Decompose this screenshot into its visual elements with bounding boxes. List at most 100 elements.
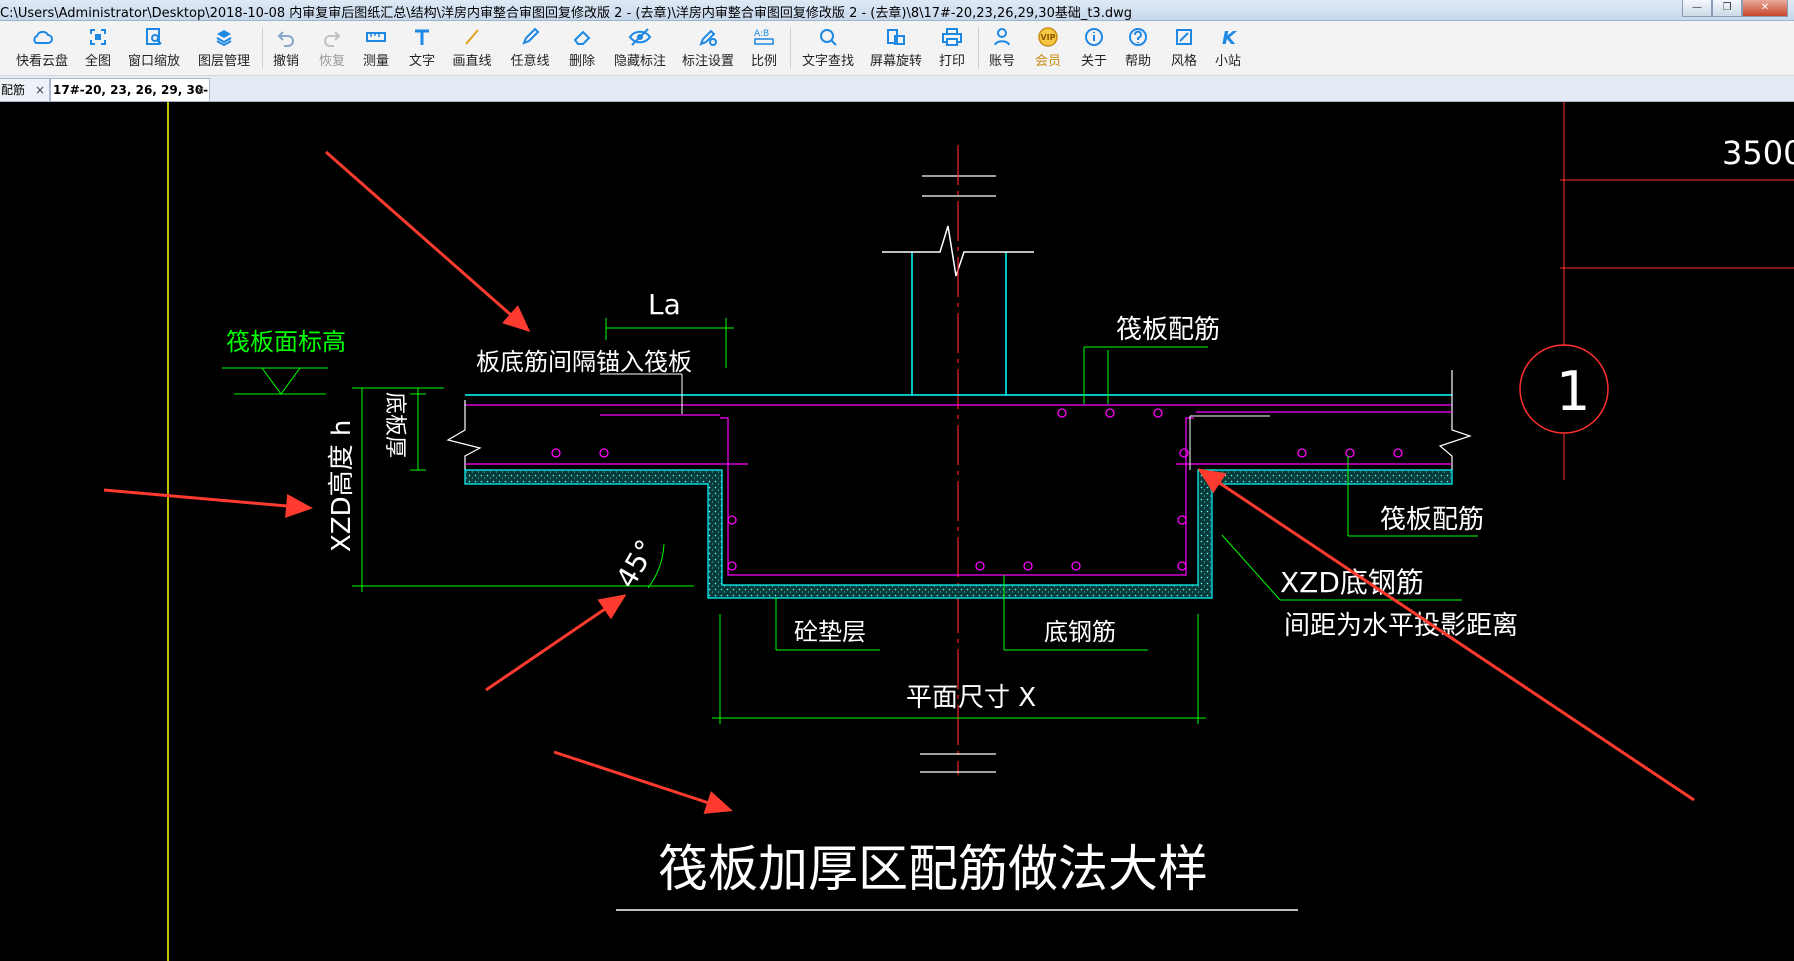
svg-text:A:B: A:B xyxy=(754,29,769,39)
toolbar-rotate-screen-button[interactable]: 屏幕旋转 xyxy=(868,24,924,72)
toolbar-style-label: 风格 xyxy=(1170,54,1197,69)
toolbar-help-button[interactable]: 帮助 xyxy=(1122,24,1154,72)
svg-text:VIP: VIP xyxy=(1040,33,1055,42)
minimize-button[interactable]: — xyxy=(1682,0,1712,17)
plan-size-label: 平面尺寸 X xyxy=(906,683,1036,713)
toolbar-vip-label: 会员 xyxy=(1034,54,1061,69)
slab-bottom-anchor-label: 板底筋间隔锚入筏板 xyxy=(476,348,692,376)
eraser-icon xyxy=(573,30,591,45)
toolbar-text-search-label: 文字查找 xyxy=(801,54,854,69)
toolbar-layers-button[interactable]: 图层管理 xyxy=(196,24,252,72)
toolbar-scale-button[interactable]: A:B 比例 xyxy=(748,24,780,72)
la-label: La xyxy=(648,288,681,321)
cad-drawing-canvas[interactable]: 3500 1 筏板面标高 板底筋间隔锚入筏板 La 筏板配筋 底板厚 XZD高度… xyxy=(0,102,1794,961)
toolbar-cloud-button[interactable]: 快看云盘 xyxy=(14,24,70,72)
hide-eye-icon xyxy=(628,28,652,46)
toolbar-about-button[interactable]: 关于 xyxy=(1078,24,1110,72)
toolbar-text-search-button[interactable]: 文字查找 xyxy=(800,24,856,72)
rotate-screen-icon xyxy=(887,29,905,45)
tab-rebar[interactable]: 配筋 × xyxy=(0,78,50,101)
raft-thickness-label: 底板厚 xyxy=(382,392,407,458)
toolbar-annotation-settings-button[interactable]: 标注设置 xyxy=(680,24,736,72)
window-zoom-icon xyxy=(146,28,162,45)
toolbar-measure-label: 测量 xyxy=(362,54,389,69)
toolbar-hide-annotations-button[interactable]: 隐藏标注 xyxy=(612,24,668,72)
toolbar-scale-label: 比例 xyxy=(750,54,777,69)
toolbar-freehand-label: 任意线 xyxy=(510,54,550,69)
toolbar-hide-annotations-label: 隐藏标注 xyxy=(613,54,666,69)
toolbar-annotation-settings-label: 标注设置 xyxy=(681,54,734,69)
toolbar-window-zoom-button[interactable]: 窗口缩放 xyxy=(126,24,182,72)
canvas-background xyxy=(0,102,1794,961)
toolbar-layers-label: 图层管理 xyxy=(197,54,250,69)
main-toolbar: 快看云盘 全图 窗口缩放 图层管理 撤销 恢复 测量 文字 画直线 任意线 删除 xyxy=(0,21,1794,76)
toolbar-undo-label: 撤销 xyxy=(272,54,299,69)
full-view-icon xyxy=(90,29,106,45)
style-icon xyxy=(1176,29,1192,45)
raft-rebar-top-label: 筏板配筋 xyxy=(1116,315,1220,345)
text-search-icon xyxy=(820,29,837,46)
toolbar-print-label: 打印 xyxy=(938,54,965,69)
toolbar-about-label: 关于 xyxy=(1080,54,1107,69)
toolbar-account-button[interactable]: 账号 xyxy=(986,24,1018,72)
toolbar-cloud-label: 快看云盘 xyxy=(15,54,68,69)
line-icon xyxy=(465,29,479,45)
drawing-title: 筏板加厚区配筋做法大样 xyxy=(658,840,1208,898)
spacing-note-label: 间距为水平投影距离 xyxy=(1284,611,1518,641)
toolbar-redo-button[interactable]: 恢复 xyxy=(316,24,348,72)
freehand-icon xyxy=(522,27,540,45)
toolbar-measure-button[interactable]: 测量 xyxy=(360,24,392,72)
toolbar-rotate-screen-label: 屏幕旋转 xyxy=(869,54,922,69)
toolbar-full-view-button[interactable]: 全图 xyxy=(80,24,116,72)
axis-bubble-label: 1 xyxy=(1556,360,1590,423)
toolbar-vip-button[interactable]: VIP 会员 xyxy=(1032,24,1064,72)
tab-close-icon[interactable]: × xyxy=(35,79,45,101)
toolbar-redo-label: 恢复 xyxy=(318,54,345,69)
info-icon xyxy=(1085,28,1103,46)
toolbar-delete-button[interactable]: 删除 xyxy=(566,24,598,72)
account-icon xyxy=(994,28,1010,46)
tab-close-icon[interactable]: × xyxy=(195,79,205,101)
toolbar-style-button[interactable]: 风格 xyxy=(1168,24,1200,72)
k-site-icon: K xyxy=(1222,28,1238,47)
vip-icon: VIP xyxy=(1038,27,1058,47)
top-right-dimension: 3500 xyxy=(1722,134,1794,172)
toolbar-line-label: 画直线 xyxy=(452,54,492,69)
close-button[interactable]: ✕ xyxy=(1742,0,1788,17)
toolbar-text-button[interactable]: 文字 xyxy=(406,24,438,72)
toolbar-window-zoom-label: 窗口缩放 xyxy=(127,54,180,69)
toolbar-site-button[interactable]: K 小站 xyxy=(1212,24,1244,72)
text-icon xyxy=(415,29,429,45)
toolbar-full-view-label: 全图 xyxy=(84,54,111,69)
tab-current-drawing[interactable]: 17#-20, 23, 26, 29, 30- × xyxy=(50,78,210,101)
scale-icon: A:B xyxy=(754,29,774,45)
toolbar-separator xyxy=(978,27,979,69)
toolbar-undo-button[interactable]: 撤销 xyxy=(270,24,302,72)
tab-label: 配筋 xyxy=(1,83,26,97)
print-icon xyxy=(942,28,962,46)
toolbar-line-button[interactable]: 画直线 xyxy=(450,24,494,72)
tab-label: 17#-20, 23, 26, 29, 30- xyxy=(53,83,209,97)
raft-rebar-right-label: 筏板配筋 xyxy=(1380,505,1484,535)
window-titlebar: C:\Users\Administrator\Desktop\2018-10-0… xyxy=(0,0,1794,21)
toolbar-separator xyxy=(262,27,263,69)
toolbar-print-button[interactable]: 打印 xyxy=(936,24,968,72)
toolbar-account-label: 账号 xyxy=(988,54,1015,69)
redo-icon xyxy=(324,31,341,47)
toolbar-site-label: 小站 xyxy=(1214,54,1241,69)
svg-text:K: K xyxy=(1222,28,1238,47)
undo-icon xyxy=(277,31,294,47)
restore-button[interactable]: ❐ xyxy=(1712,0,1742,17)
bottom-rebar-label: 底钢筋 xyxy=(1044,618,1116,646)
document-tabbar: 配筋 × 17#-20, 23, 26, 29, 30- × xyxy=(0,76,1794,102)
annotation-settings-icon xyxy=(699,29,717,46)
window-title: C:\Users\Administrator\Desktop\2018-10-0… xyxy=(0,6,1132,21)
toolbar-freehand-button[interactable]: 任意线 xyxy=(508,24,552,72)
toolbar-separator xyxy=(790,27,791,69)
help-icon xyxy=(1129,28,1147,46)
toolbar-delete-label: 删除 xyxy=(568,54,595,69)
xzd-height-label: XZD高度 h xyxy=(327,420,357,552)
layers-icon xyxy=(216,30,232,47)
toolbar-text-label: 文字 xyxy=(408,54,435,69)
cloud-icon xyxy=(33,30,53,44)
